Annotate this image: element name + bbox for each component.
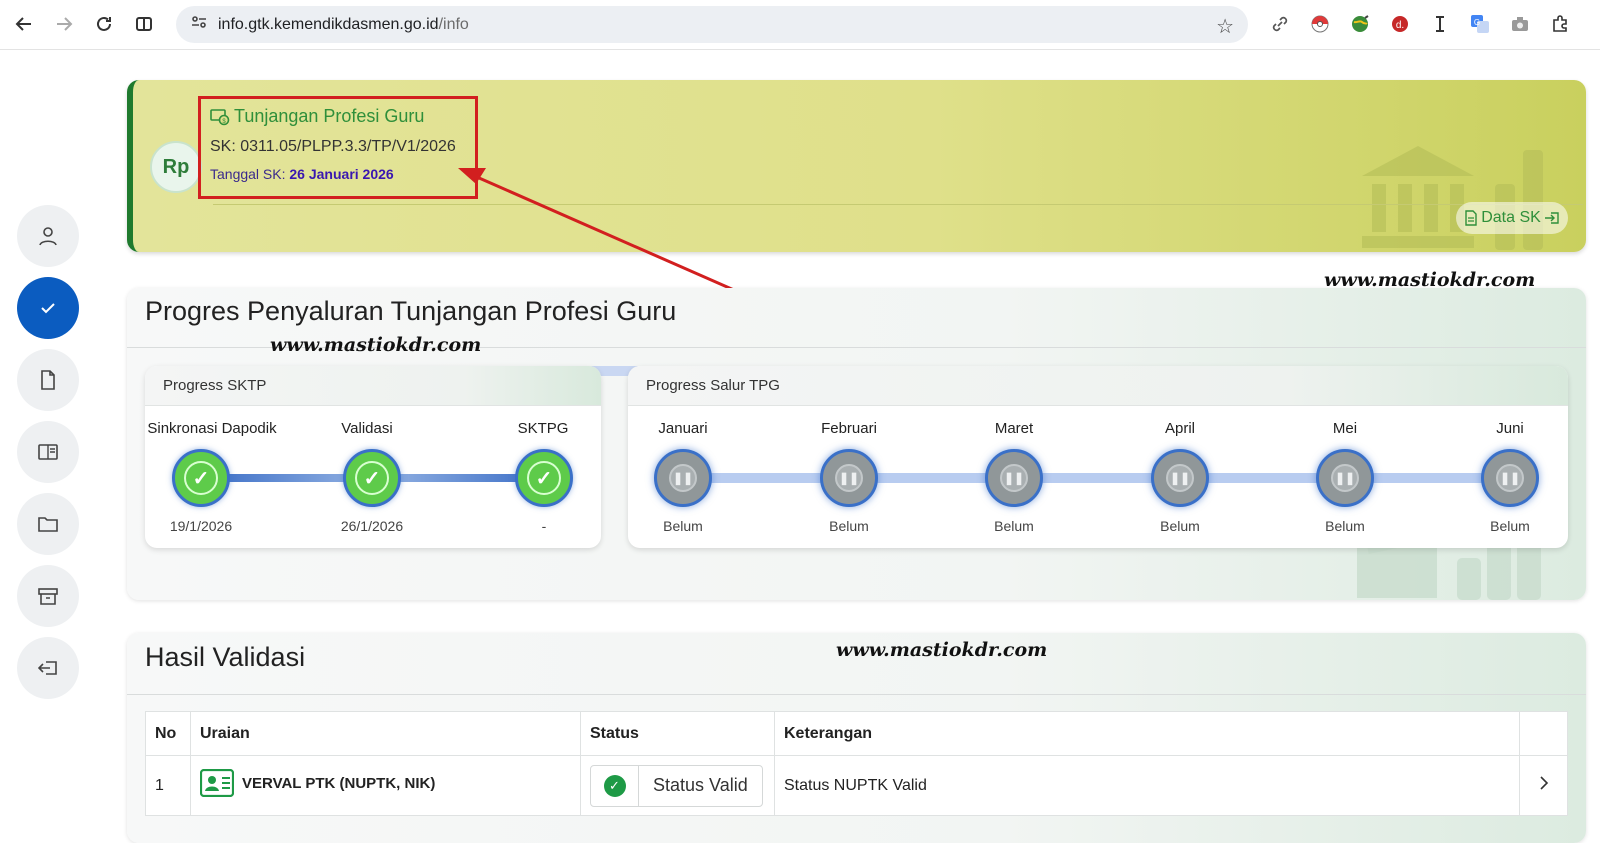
validasi-card: Hasil Validasi No Uraian Status Keterang… [127,633,1586,843]
bookmark-star-icon[interactable]: ☆ [1216,14,1234,39]
month-status: Belum [829,518,869,534]
text-cursor-extension-icon[interactable] [1428,12,1452,36]
globe-extension-icon[interactable] [1348,12,1372,36]
sktp-panel-header: Progress SKTP [145,366,601,406]
id-card-icon [200,769,234,797]
month-status: Belum [1490,518,1530,534]
data-sk-button[interactable]: Data SK [1456,202,1568,234]
book-nav-button[interactable] [17,421,79,483]
salur-panel: Progress Salur TPG Januari ❚❚ Belum Febr… [628,366,1568,548]
pause-icon: ❚❚ [654,449,712,507]
link-extension-icon[interactable] [1268,12,1292,36]
step-label: Validasi [341,420,393,437]
header-no: No [145,711,191,756]
step-date: - [541,518,547,534]
sk-number: SK: 0311.05/PLPP.3.3/TP/V1/2026 [210,138,456,155]
progress-title: Progres Penyaluran Tunjangan Profesi Gur… [145,296,677,326]
banner-title: $ Tunjangan Profesi Guru [210,106,424,127]
header-status: Status [580,711,775,756]
validation-nav-button[interactable] [17,277,79,339]
month-status: Belum [994,518,1034,534]
site-settings-icon[interactable] [190,13,208,36]
header-action [1519,711,1568,756]
validasi-divider [127,694,1586,695]
step-complete-icon: ✓ [343,449,401,507]
logout-icon [38,661,57,675]
archive-icon [38,588,58,605]
month-label: Januari [658,420,708,437]
sktp-panel: Progress SKTP Sinkronasi Dapodik ✓ 19/1/… [145,366,601,548]
step-label: SKTPG [517,420,569,437]
money-icon: $ [210,108,230,125]
row-status: ✓ Status Valid [580,755,775,816]
book-open-icon [38,444,58,460]
document-icon [1465,210,1477,226]
file-icon [41,370,55,390]
pause-icon: ❚❚ [1151,449,1209,507]
month-label: Mei [1332,420,1358,437]
step-complete-icon: ✓ [172,449,230,507]
svg-text:G: G [1474,18,1480,27]
side-panel-icon[interactable] [129,9,159,39]
table-header-row: No Uraian Status Keterangan [145,711,1568,756]
watermark: www.mastiokdr.com [836,639,1048,661]
salur-progress-line [683,473,1523,483]
extensions-puzzle-icon[interactable] [1548,12,1572,36]
check-circle-icon: ✓ [603,774,626,797]
header-keterangan: Keterangan [774,711,1520,756]
pause-icon: ❚❚ [1481,449,1539,507]
sk-date: Tanggal SK: 26 Januari 2026 [210,166,394,182]
forward-icon[interactable] [49,9,79,39]
step-complete-icon: ✓ [515,449,573,507]
back-icon[interactable] [9,9,39,39]
row-no: 1 [145,755,191,816]
header-uraian: Uraian [190,711,581,756]
row-uraian: VERVAL PTK (NUPTK, NIK) [190,755,581,816]
reload-icon[interactable] [89,9,119,39]
row-keterangan: Status NUPTK Valid [774,755,1520,816]
browser-toolbar: info.gtk.kemendikdasmen.go.id/info ☆ d. … [0,0,1600,50]
chevron-right-icon [1539,776,1548,790]
document-nav-button[interactable] [17,349,79,411]
validasi-title: Hasil Validasi [145,642,306,672]
rupiah-icon: Rp [150,141,202,193]
month-label: Juni [1496,420,1524,437]
svg-text:d.: d. [1396,20,1404,31]
month-status: Belum [1160,518,1200,534]
validasi-table: No Uraian Status Keterangan 1 VERVAL PTK… [145,711,1568,816]
translate-extension-icon[interactable]: G [1468,12,1492,36]
archive-nav-button[interactable] [17,565,79,627]
watermark: www.mastiokdr.com [270,334,482,356]
table-row: 1 VERVAL PTK (NUPTK, NIK) ✓ Status Valid… [145,755,1568,816]
pokeball-extension-icon[interactable] [1308,12,1332,36]
row-expand-button[interactable] [1519,755,1568,816]
pause-icon: ❚❚ [1316,449,1374,507]
profile-nav-button[interactable] [17,205,79,267]
step-label: Sinkronasi Dapodik [147,420,277,437]
folder-icon [38,517,58,532]
camera-extension-icon[interactable] [1508,12,1532,36]
month-label: Maret [994,420,1034,437]
salur-panel-header: Progress Salur TPG [628,366,1568,406]
user-icon [39,227,57,246]
month-label: Februari [821,420,877,437]
step-date: 19/1/2026 [169,518,233,534]
logout-nav-button[interactable] [17,637,79,699]
check-icon [41,303,55,314]
month-status: Belum [1325,518,1365,534]
url-text: info.gtk.kemendikdasmen.go.id/info [218,15,469,33]
step-date: 26/1/2026 [340,518,404,534]
red-d-extension-icon[interactable]: d. [1388,12,1412,36]
banner-divider [213,204,1583,205]
address-bar[interactable]: info.gtk.kemendikdasmen.go.id/info ☆ [176,6,1248,43]
month-label: April [1164,420,1195,437]
login-arrow-icon [1544,212,1559,224]
folder-nav-button[interactable] [17,493,79,555]
bar-chart-decor-icon [1495,150,1543,250]
pause-icon: ❚❚ [985,449,1043,507]
month-status: Belum [663,518,703,534]
pause-icon: ❚❚ [820,449,878,507]
status-valid-badge: ✓ Status Valid [590,764,763,807]
bank-building-icon [1362,146,1474,248]
